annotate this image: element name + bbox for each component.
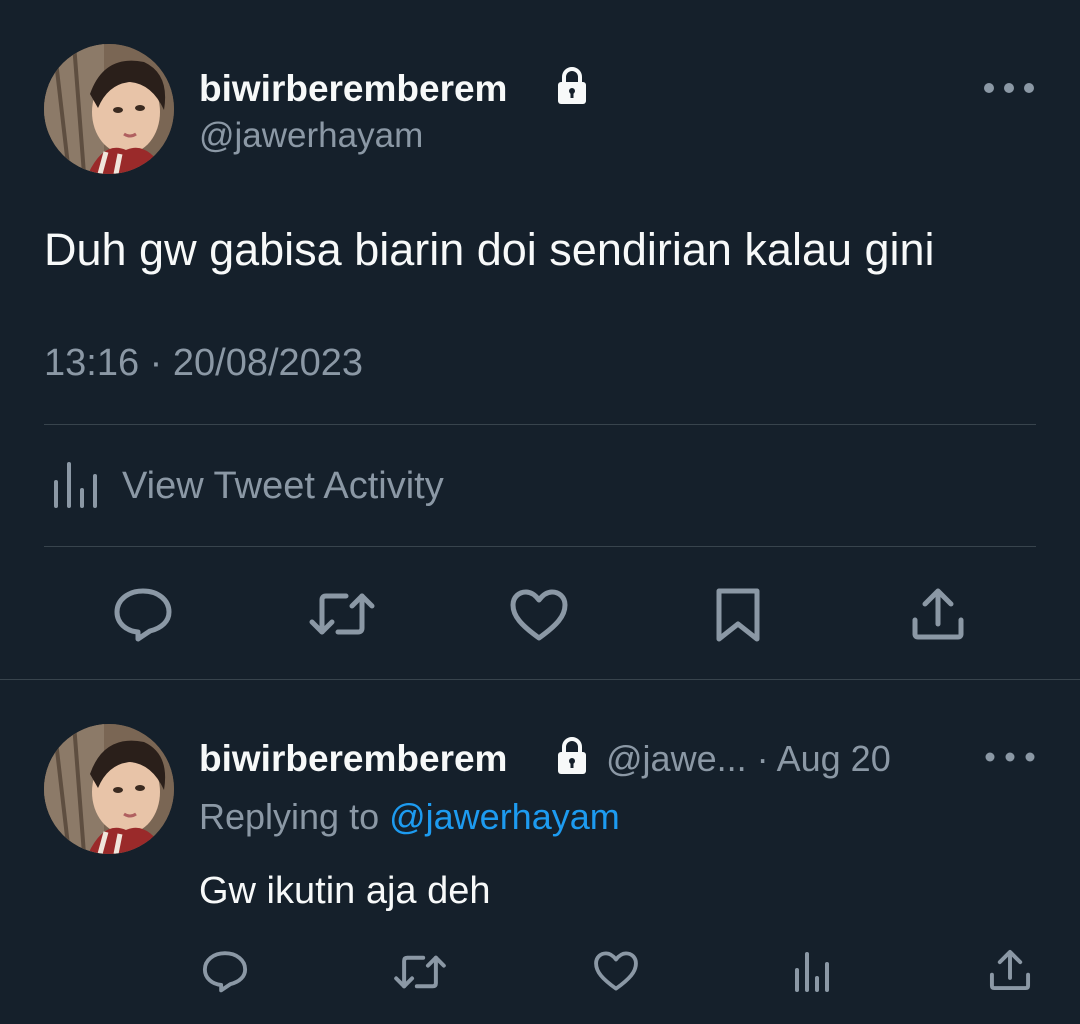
tweet-time[interactable]: 13:16 [44,342,139,384]
tweet-detail-page: biwirberemberem @jawerhayam Duh gw gabis… [0,0,1080,1024]
more-icon[interactable] [980,76,1040,100]
like-button[interactable] [509,588,569,642]
tweet-timestamp: 13:16 · 20/08/2023 [44,342,363,385]
lock-icon [556,737,588,775]
section-divider [0,679,1080,680]
share-icon [912,588,964,640]
display-name[interactable]: biwirberemberem [199,738,507,780]
divider [44,424,1036,425]
reply-button[interactable] [201,948,249,994]
heart-icon [510,589,568,641]
view-tweet-activity-label: View Tweet Activity [122,465,444,507]
meta-separator: · [746,738,777,779]
avatar[interactable] [44,44,174,174]
bookmark-button[interactable] [714,586,762,644]
user-handle[interactable]: @jawerhayam [199,116,423,156]
heart-icon [594,951,638,991]
more-icon[interactable] [982,746,1038,768]
lock-icon [556,67,588,105]
retweet-button[interactable] [393,951,447,993]
bar-chart-icon [52,458,102,508]
share-icon [989,949,1031,991]
replying-to-link[interactable]: @jawerhayam [389,796,620,837]
reply-text: Gw ikutin aja deh [199,870,491,912]
reply-button[interactable] [112,585,174,643]
retweet-icon [394,955,446,989]
view-tweet-activity-button[interactable]: View Tweet Activity [44,448,1036,528]
share-button[interactable] [988,948,1032,992]
bookmark-icon [716,588,760,642]
reply-icon [202,951,248,993]
replying-to: Replying to @jawerhayam [199,796,620,838]
reply-meta: @jawe... · Aug 20 [606,738,891,780]
display-name[interactable]: biwirberemberem [199,68,507,110]
like-button[interactable] [593,950,639,992]
tweet-text: Duh gw gabisa biarin doi sendirian kalau… [44,224,935,275]
views-icon [795,952,829,992]
tweet-date[interactable]: 20/08/2023 [173,342,363,384]
retweet-icon [309,593,375,635]
replying-to-prefix: Replying to [199,796,390,837]
views-button[interactable] [793,950,831,992]
reply-date[interactable]: Aug 20 [777,738,891,779]
share-button[interactable] [910,586,966,642]
meta-separator: · [139,342,173,384]
user-handle[interactable]: @jawe... [606,738,747,779]
avatar[interactable] [44,724,174,854]
reply-icon [114,588,172,642]
retweet-button[interactable] [308,588,376,640]
divider [44,546,1036,547]
